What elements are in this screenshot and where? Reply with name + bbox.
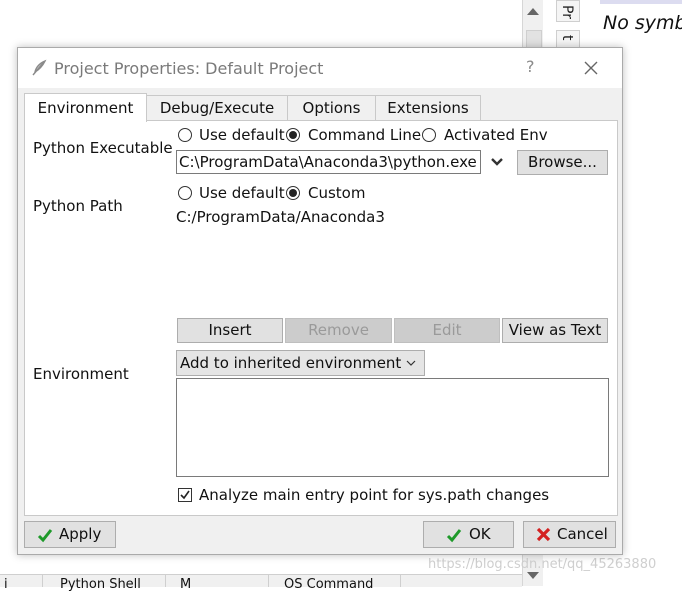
tab-extensions[interactable]: Extensions xyxy=(375,95,481,120)
exec-command-line-radio[interactable] xyxy=(286,128,300,142)
exec-activated-env-radio[interactable] xyxy=(422,128,436,142)
python-executable-label: Python Executable xyxy=(33,139,173,157)
scroll-down-arrow-icon[interactable] xyxy=(527,572,539,579)
cancel-button[interactable]: Cancel xyxy=(523,521,616,548)
scroll-up-arrow-icon[interactable] xyxy=(527,8,539,15)
ok-button[interactable]: OK xyxy=(423,521,514,548)
tab-debug-execute[interactable]: Debug/Execute xyxy=(146,95,288,120)
apply-button[interactable]: Apply xyxy=(24,521,116,548)
tab-options[interactable]: Options xyxy=(287,95,376,120)
tab-environment[interactable]: Environment xyxy=(24,93,147,122)
insert-button[interactable]: Insert xyxy=(177,318,283,343)
help-button[interactable]: ? xyxy=(526,57,540,76)
bottom-tab-bar: i Python Shell M OS Command xyxy=(0,574,522,592)
environment-label: Environment xyxy=(33,365,129,383)
python-path-label: Python Path xyxy=(33,197,123,215)
red-x-icon xyxy=(536,527,551,542)
edit-button[interactable]: Edit xyxy=(394,318,500,343)
environment-textarea[interactable] xyxy=(176,378,609,477)
exec-use-default-radio[interactable] xyxy=(178,128,192,142)
dialog-title: Project Properties: Default Project xyxy=(54,59,324,78)
bottom-tab-1[interactable]: i xyxy=(4,577,8,592)
bottom-tab-3[interactable]: M xyxy=(180,577,191,592)
tab-extensions-label: Extensions xyxy=(387,99,469,117)
green-check-icon xyxy=(37,529,53,543)
side-tab-project[interactable]: Pr xyxy=(556,0,580,22)
exec-command-line-label: Command Line xyxy=(308,126,422,144)
chevron-down-icon[interactable] xyxy=(491,157,503,167)
side-tab-project-label: Pr xyxy=(559,5,575,19)
chevron-down-icon xyxy=(406,360,416,366)
cancel-label: Cancel xyxy=(557,525,608,543)
python-path-entry[interactable]: C:/ProgramData/Anaconda3 xyxy=(176,208,385,226)
python-executable-input[interactable]: C:\ProgramData\Anaconda3\python.exe xyxy=(176,150,481,174)
apply-label: Apply xyxy=(59,525,102,543)
dialog-titlebar[interactable]: Project Properties: Default Project ? xyxy=(18,48,622,88)
project-properties-dialog: Project Properties: Default Project ? En… xyxy=(17,47,623,555)
close-icon[interactable] xyxy=(582,59,600,77)
path-use-default-label: Use default xyxy=(199,184,285,202)
tab-options-label: Options xyxy=(302,99,361,117)
feather-icon xyxy=(32,59,47,76)
watermark: https://blog.csdn.net/qq_45263880 xyxy=(428,557,657,572)
bottom-tab-os-command[interactable]: OS Command xyxy=(284,577,373,592)
path-custom-label: Custom xyxy=(308,184,366,202)
view-as-text-button[interactable]: View as Text xyxy=(502,318,608,343)
exec-use-default-label: Use default xyxy=(199,126,285,144)
ok-label: OK xyxy=(469,525,491,543)
bottom-tab-python-shell[interactable]: Python Shell xyxy=(60,577,141,592)
browse-button[interactable]: Browse... xyxy=(517,150,608,175)
checkmark-icon xyxy=(180,490,190,500)
path-custom-radio[interactable] xyxy=(286,186,300,200)
remove-button[interactable]: Remove xyxy=(285,318,392,343)
green-check-icon xyxy=(446,529,462,543)
tab-debug-execute-label: Debug/Execute xyxy=(159,99,275,117)
analyze-checkbox-label: Analyze main entry point for sys.path ch… xyxy=(199,486,550,504)
path-use-default-radio[interactable] xyxy=(178,186,192,200)
environment-mode-dropdown[interactable]: Add to inherited environment xyxy=(176,350,425,376)
background-header-strip xyxy=(600,0,682,4)
analyze-checkbox[interactable] xyxy=(178,488,192,502)
exec-activated-env-label: Activated Env xyxy=(444,126,548,144)
tab-environment-label: Environment xyxy=(37,99,134,117)
no-symbol-text: No symb xyxy=(603,12,682,34)
environment-mode-value: Add to inherited environment xyxy=(180,354,402,372)
side-tab-2-label: t xyxy=(559,35,575,41)
